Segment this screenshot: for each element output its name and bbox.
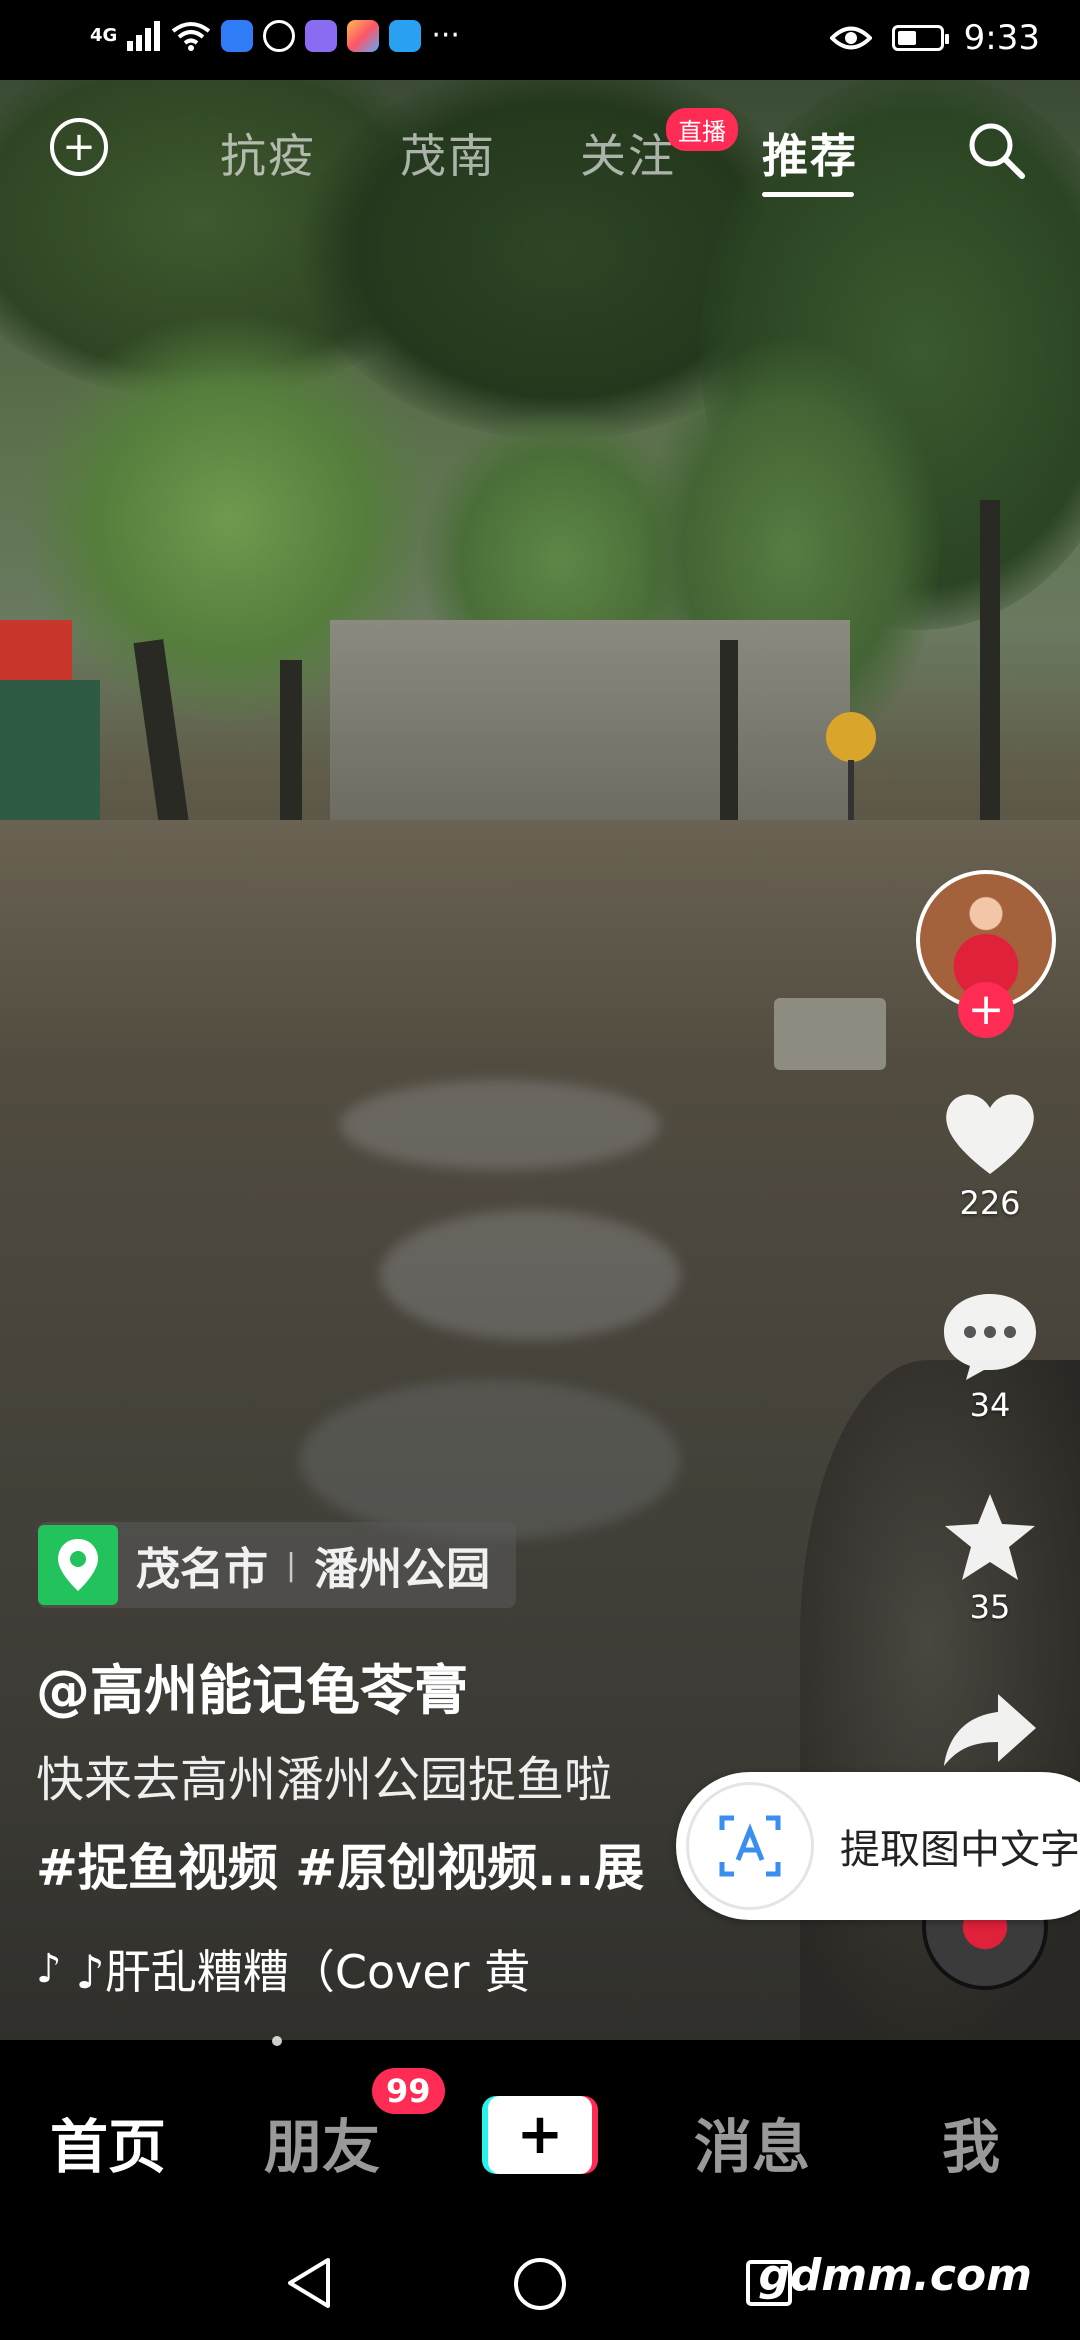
favorite-button[interactable]: 35 — [930, 1492, 1050, 1626]
music-info[interactable]: ♪ ♪肝乱糟糟（Cover 黄 — [36, 1936, 530, 2002]
status-right: 9:33 — [829, 18, 1040, 58]
video-description: 快来去高州潘州公园捉鱼啦 — [36, 1752, 613, 1808]
clock: 9:33 — [963, 18, 1040, 58]
road-sign — [826, 712, 876, 762]
background-street — [330, 620, 850, 820]
weather-app-icon — [389, 19, 422, 52]
status-left: 4G ··· — [90, 18, 460, 53]
hashtags[interactable]: #捉鱼视频 #原创视频...展 — [36, 1828, 644, 1900]
comment-icon — [944, 1294, 1036, 1380]
music-note-icon: ♪ — [36, 1946, 62, 1992]
system-navigation-bar: gdmm.com — [0, 2226, 1080, 2340]
gallery-app-icon — [347, 19, 380, 52]
music-title: ♪肝乱糟糟（Cover 黄 — [75, 1945, 531, 1999]
shield-app-icon — [221, 19, 254, 52]
tab-home[interactable]: 首页 — [50, 2100, 166, 2184]
shop-sign — [0, 620, 72, 680]
tree-trunk — [720, 640, 738, 820]
add-circle-icon[interactable]: + — [50, 118, 108, 176]
extract-text-label: 提取图中文字 — [840, 1827, 1080, 1873]
location-city: 茂名市 — [136, 1544, 268, 1595]
tab-kangyi[interactable]: 抗疫 — [220, 120, 316, 186]
browser-app-icon — [263, 19, 296, 52]
comment-button[interactable]: 34 — [930, 1290, 1050, 1424]
favorite-count: 35 — [969, 1588, 1011, 1626]
bottom-tab-bar: 首页 朋友 99 + 消息 我 — [0, 2046, 1080, 2226]
follow-plus-icon[interactable]: + — [958, 982, 1014, 1038]
friends-badge: 99 — [372, 2068, 445, 2114]
tab-recommended[interactable]: 推荐 — [762, 120, 858, 186]
water-reflection — [380, 1210, 680, 1340]
search-icon[interactable] — [964, 118, 1028, 182]
share-button[interactable] — [930, 1690, 1050, 1774]
more-notifications: ··· — [431, 18, 460, 53]
author-name[interactable]: @高州能记龟苓膏 — [36, 1646, 468, 1725]
share-arrow-icon — [944, 1694, 1036, 1766]
location-place: 潘州公园 — [314, 1544, 491, 1595]
plus-icon: + — [488, 2096, 592, 2174]
progress-indicator[interactable] — [272, 2036, 282, 2046]
stone-bollard — [774, 998, 886, 1070]
create-button[interactable]: + — [482, 2096, 598, 2174]
eye-comfort-icon — [829, 26, 872, 50]
tab-messages[interactable]: 消息 — [694, 2100, 810, 2184]
battery-level — [897, 31, 916, 45]
status-bar: 4G ··· 9:33 — [0, 0, 1080, 80]
battery-icon — [891, 25, 949, 51]
tab-following[interactable]: 关注 — [580, 120, 676, 186]
live-badge: 直播 — [666, 108, 738, 151]
home-icon[interactable] — [512, 2256, 568, 2312]
heart-icon — [946, 1094, 1034, 1174]
location-pin-icon — [38, 1525, 118, 1605]
star-icon — [945, 1494, 1035, 1580]
signal-icon — [127, 20, 161, 51]
extract-text-popup[interactable]: 提取图中文字 — [676, 1772, 1080, 1920]
music-app-icon — [305, 19, 338, 52]
active-tab-indicator — [762, 192, 854, 197]
top-navigation: + 抗疫 茂南 关注 直播 推荐 — [0, 108, 1080, 210]
watermark: gdmm.com — [758, 2250, 1032, 2301]
water-reflection — [340, 1080, 660, 1170]
like-count: 226 — [959, 1184, 1021, 1222]
location-separator: | — [286, 1547, 297, 1583]
network-type: 4G — [90, 25, 118, 46]
location-tag[interactable]: 茂名市 | 潘州公园 — [38, 1522, 517, 1608]
like-button[interactable]: 226 — [930, 1088, 1050, 1222]
tab-friends[interactable]: 朋友 — [264, 2100, 380, 2184]
tab-maonan[interactable]: 茂南 — [400, 120, 496, 186]
back-icon[interactable] — [284, 2256, 334, 2310]
author-avatar-button[interactable]: + — [916, 870, 1056, 1038]
water-reflection — [300, 1380, 680, 1540]
comment-count: 34 — [969, 1386, 1011, 1424]
text-recognition-icon — [686, 1782, 814, 1910]
wifi-icon — [172, 21, 211, 51]
tab-me[interactable]: 我 — [942, 2100, 1000, 2184]
tree-trunk — [980, 500, 1000, 860]
